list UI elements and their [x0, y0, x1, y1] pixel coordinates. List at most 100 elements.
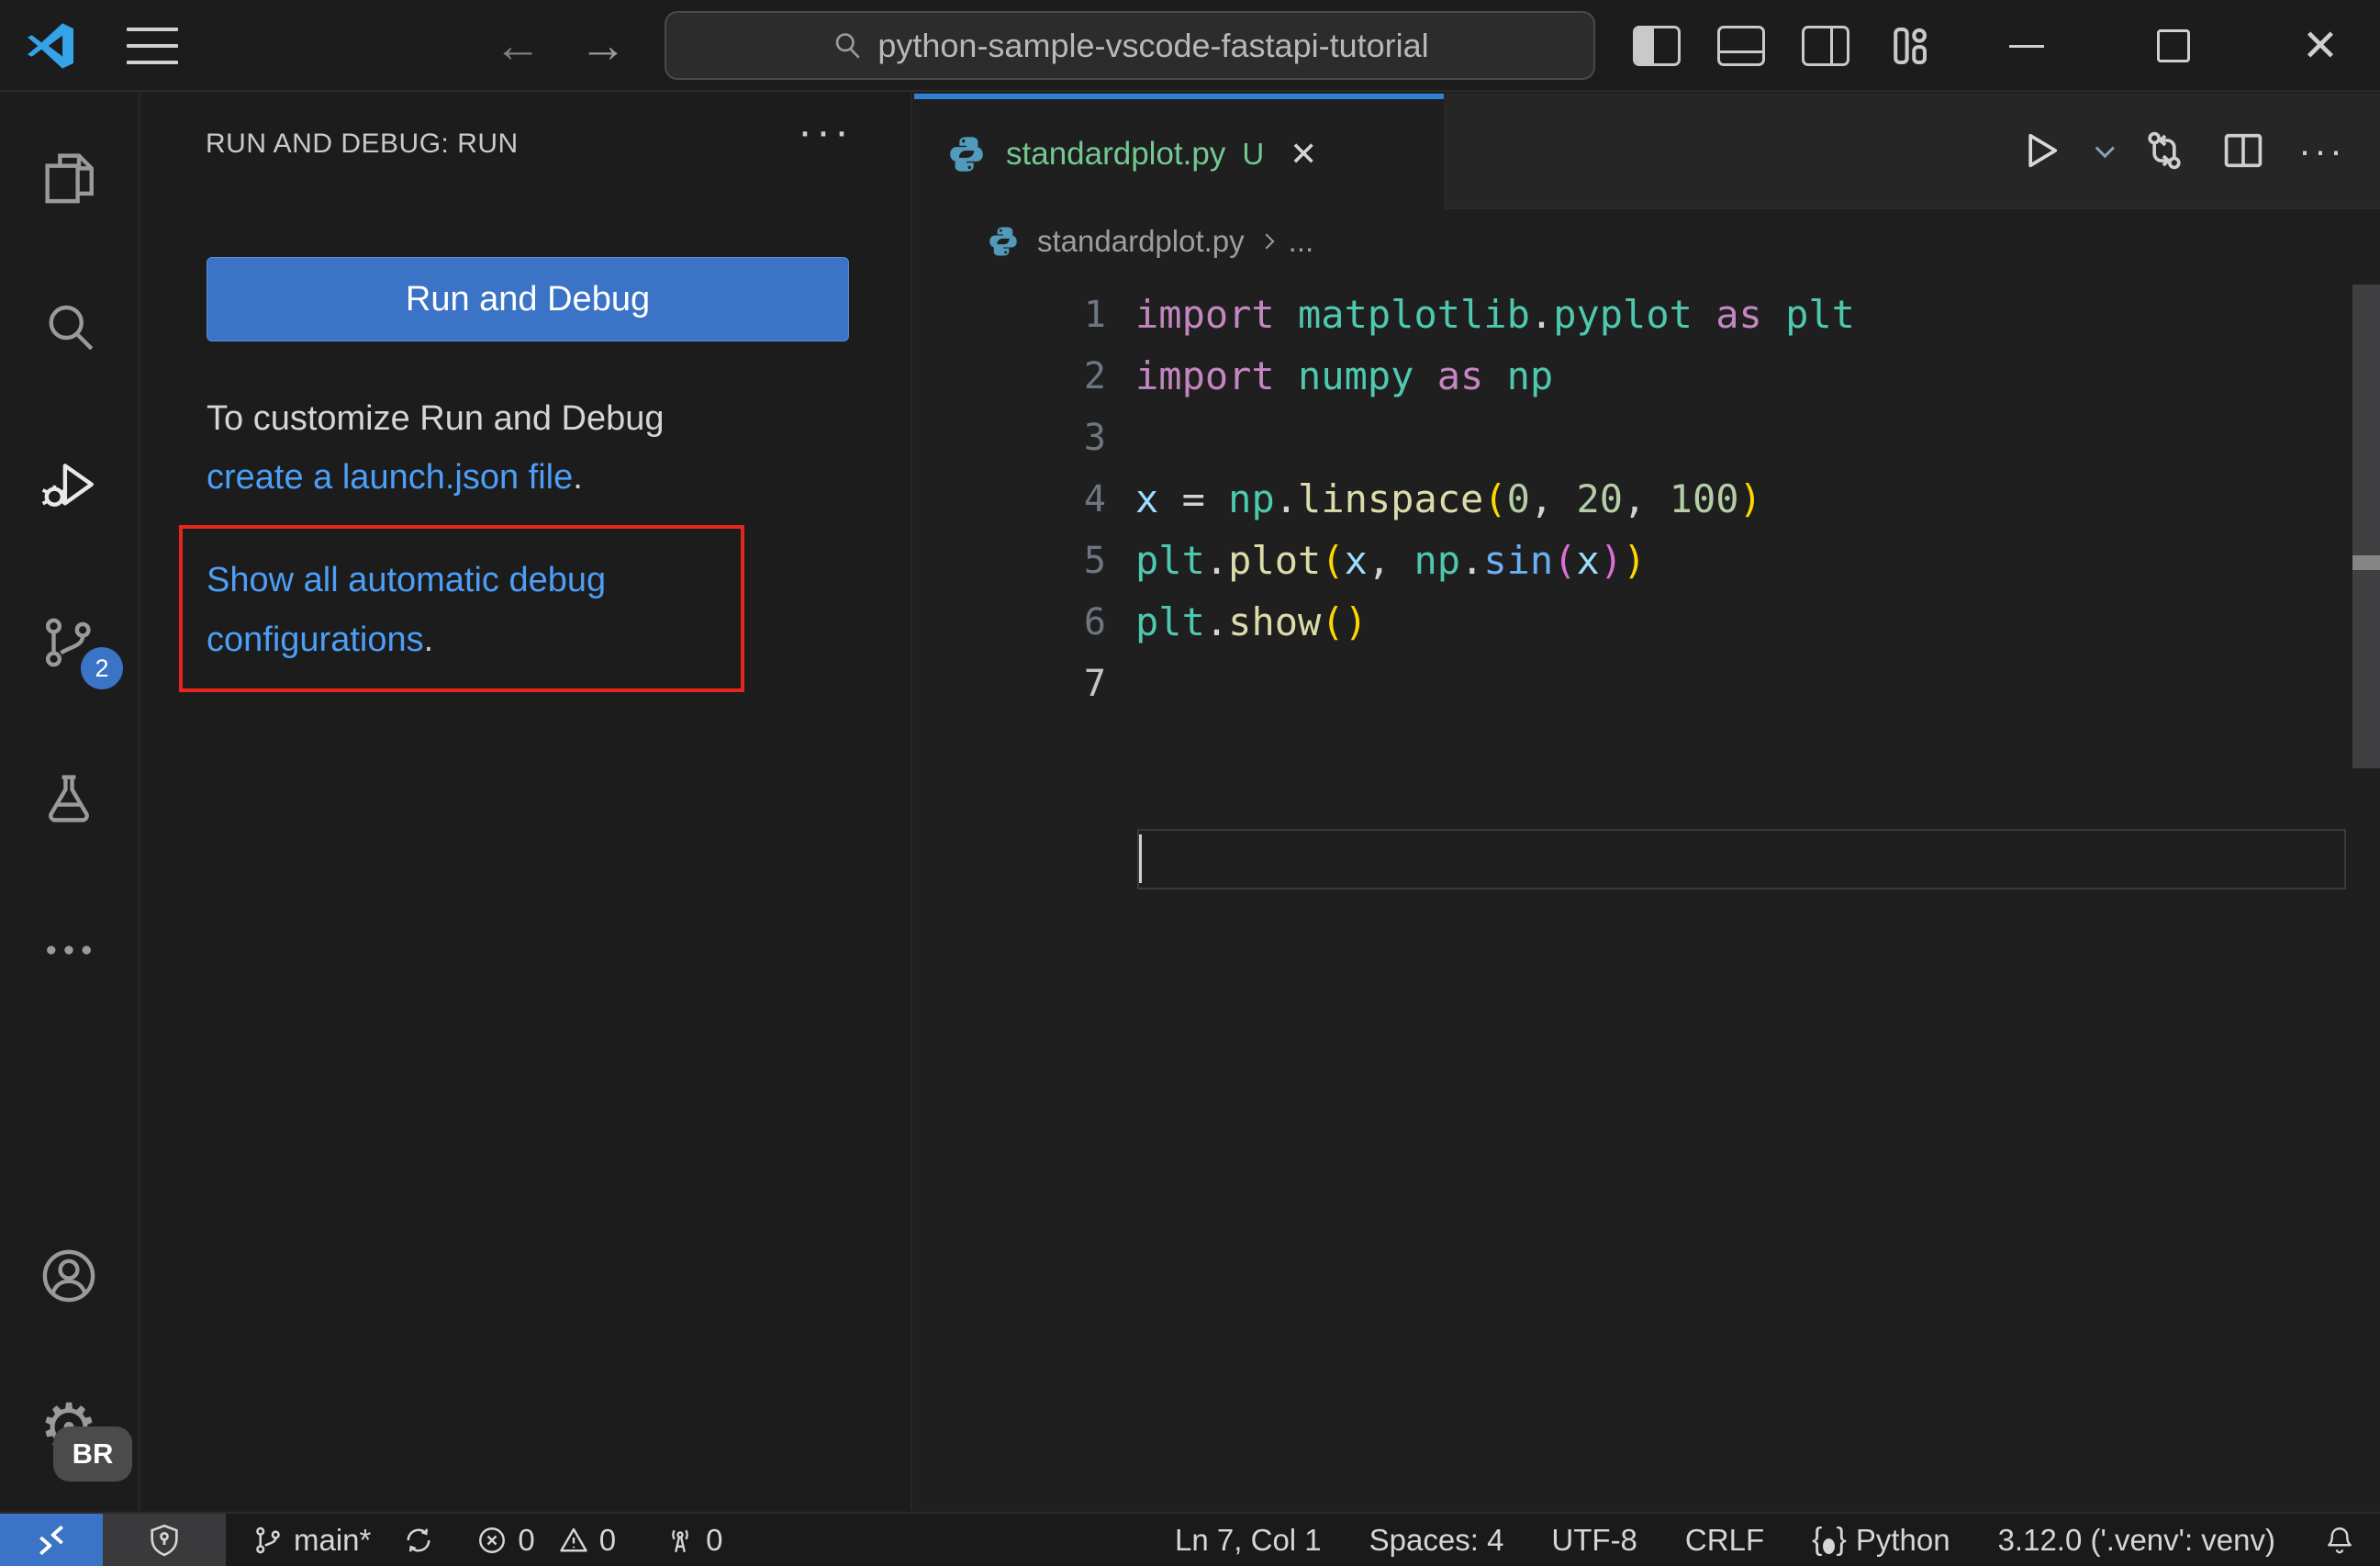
- split-editor-button[interactable]: [2219, 127, 2267, 174]
- search-icon: [49, 305, 94, 351]
- code-line[interactable]: 2 import numpy as np: [914, 345, 2380, 407]
- overview-ruler-cursor-marker: [2352, 555, 2380, 570]
- bell-icon: [2328, 1527, 2352, 1553]
- maximize-button[interactable]: [2146, 0, 2201, 92]
- more-actions-button[interactable]: ···: [2298, 129, 2345, 173]
- radio-tower-icon: [672, 1529, 688, 1552]
- run-python-file-button[interactable]: [2017, 127, 2064, 174]
- toggle-panel-button[interactable]: [1715, 19, 1768, 73]
- source-control-badge: 2: [81, 647, 123, 689]
- python-interpreter-status[interactable]: 3.12.0 ('.venv': venv): [1998, 1523, 2275, 1558]
- run-and-debug-button[interactable]: Run and Debug: [207, 257, 849, 341]
- breadcrumb-file[interactable]: standardplot.py: [1037, 224, 1245, 259]
- line-number: 3: [1083, 416, 1106, 459]
- customize-layout-button[interactable]: [1883, 19, 1937, 73]
- current-line-highlight: [1137, 829, 2346, 889]
- customize-hint-text: To customize Run and Debug create a laun…: [207, 389, 794, 507]
- git-branch-icon: [256, 1527, 280, 1553]
- code-lines: 1 import matplotlib.pyplot as plt 2 import …: [914, 284, 2380, 714]
- command-center-search[interactable]: python-sample-vscode-fastapi-tutorial: [665, 11, 1595, 80]
- breadcrumb-more[interactable]: ...: [1289, 224, 1314, 259]
- workspace-trust-button[interactable]: [103, 1514, 226, 1566]
- braces-icon: {}: [1812, 1522, 1847, 1557]
- tab-standardplot-py[interactable]: standardplot.py U ✕: [914, 94, 1444, 209]
- views-and-more-actions-button[interactable]: ···: [798, 106, 853, 157]
- line-number: 2: [1083, 354, 1106, 397]
- search-icon: [836, 32, 861, 59]
- vertical-scrollbar[interactable]: [2352, 285, 2380, 768]
- code-line[interactable]: 6 plt.show(): [914, 591, 2380, 653]
- code-editor[interactable]: 1 import matplotlib.pyplot as plt 2 import …: [914, 272, 2380, 1510]
- activity-bar: 2 ⚙ BR: [0, 94, 140, 1510]
- run-and-debug-sidebar: RUN AND DEBUG: RUN ··· Run and Debug To …: [141, 94, 912, 1510]
- warnings-icon: [560, 1527, 587, 1551]
- auto-debug-paragraph: Show all automatic debug configurations.: [207, 551, 721, 670]
- toggle-primary-sidebar-button[interactable]: [1630, 19, 1683, 73]
- problems-status[interactable]: 0 0: [475, 1523, 616, 1558]
- remote-indicator-button[interactable]: [0, 1514, 103, 1566]
- code-text: import numpy as np: [1135, 353, 1554, 398]
- line-number: 6: [1083, 600, 1106, 643]
- title-bar: ← → python-sample-vscode-fastapi-tutoria…: [0, 0, 2380, 92]
- sidebar-item-testing[interactable]: [0, 748, 138, 849]
- notifications-bell-button[interactable]: [2323, 1524, 2356, 1557]
- intro-text: To customize Run and Debug: [207, 399, 665, 438]
- ellipsis-icon: [47, 945, 91, 955]
- errors-icon: [479, 1527, 506, 1553]
- create-launch-json-link[interactable]: create a launch.json file: [207, 458, 573, 497]
- code-text: plt.plot(x, np.sin(x)): [1135, 538, 1647, 583]
- code-line[interactable]: 4 x = np.linspace(0, 20, 100): [914, 468, 2380, 530]
- python-file-icon: [950, 137, 983, 172]
- minimize-button[interactable]: [1999, 0, 2054, 92]
- tab-label: standardplot.py: [1006, 136, 1226, 172]
- open-changes-icon[interactable]: [2140, 127, 2188, 174]
- python-file-icon: [989, 227, 1017, 256]
- toggle-secondary-sidebar-button[interactable]: [1799, 19, 1852, 73]
- sidebar-item-source-control[interactable]: 2: [0, 592, 138, 693]
- close-tab-icon[interactable]: ✕: [1290, 135, 1317, 173]
- line-number: 5: [1083, 539, 1106, 582]
- eol-status[interactable]: CRLF: [1685, 1523, 1764, 1558]
- vscode-logo-icon: [27, 23, 74, 69]
- code-line[interactable]: 1 import matplotlib.pyplot as plt: [914, 284, 2380, 345]
- sidebar-item-search[interactable]: [0, 277, 138, 378]
- account-icon: [42, 1249, 95, 1303]
- sidebar-item-run-and-debug[interactable]: [0, 434, 138, 535]
- vscode-window: ← → python-sample-vscode-fastapi-tutoria…: [0, 0, 2380, 1566]
- remote-icon: [39, 1525, 63, 1555]
- encoding-status[interactable]: UTF-8: [1551, 1523, 1637, 1558]
- language-name: Python: [1855, 1522, 1950, 1557]
- accounts-button[interactable]: [0, 1225, 138, 1326]
- sidebar-item-explorer[interactable]: [0, 127, 138, 228]
- ports-status[interactable]: 0: [664, 1523, 722, 1558]
- explorer-icon: [45, 153, 94, 204]
- sync-changes-button[interactable]: [402, 1524, 435, 1557]
- run-dropdown-chevron-icon[interactable]: [2095, 138, 2115, 158]
- language-mode-status[interactable]: {} Python: [1812, 1522, 1950, 1558]
- show-automatic-debug-configurations-link[interactable]: Show all automatic debug configurations: [207, 561, 606, 659]
- cursor-position-status[interactable]: Ln 7, Col 1: [1175, 1523, 1322, 1558]
- branch-name: main*: [294, 1522, 372, 1557]
- close-button[interactable]: ✕: [2293, 0, 2348, 92]
- activity-bar-more-actions[interactable]: [0, 900, 138, 1001]
- launch-suffix: .: [573, 458, 583, 497]
- warnings-count: 0: [598, 1522, 617, 1557]
- navigate-back-button[interactable]: ←: [489, 0, 546, 92]
- line-number: 4: [1083, 477, 1106, 520]
- code-line[interactable]: 3: [914, 407, 2380, 468]
- errors-count: 0: [518, 1522, 535, 1557]
- indentation-status[interactable]: Spaces: 4: [1369, 1523, 1504, 1558]
- sync-icon: [407, 1528, 430, 1551]
- code-line[interactable]: 7: [914, 653, 2380, 714]
- git-branch-status[interactable]: main*: [251, 1523, 371, 1558]
- status-bar: main* 0 0 0 Ln 7, Col 1 Spaces: 4 UTF-8 …: [0, 1512, 2380, 1566]
- code-line[interactable]: 5 plt.plot(x, np.sin(x)): [914, 530, 2380, 591]
- customize-layout-icon: [1894, 27, 1927, 65]
- menu-hamburger-icon[interactable]: [127, 28, 178, 64]
- line-number: 7: [1083, 662, 1106, 705]
- settings-gear-button[interactable]: ⚙ BR: [0, 1377, 138, 1482]
- navigate-forward-button[interactable]: →: [575, 0, 631, 92]
- run-and-debug-icon: [41, 464, 94, 507]
- ports-count: 0: [706, 1522, 723, 1557]
- text-cursor: [1139, 834, 1142, 883]
